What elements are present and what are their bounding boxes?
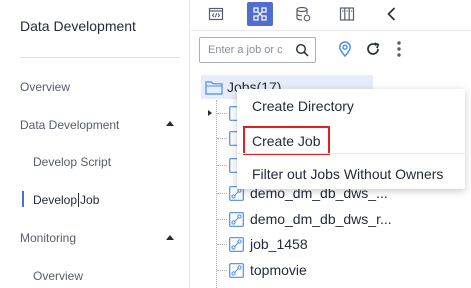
node-graph-icon [253,7,267,21]
job-label: demo_dm_db_dws_r... [250,211,392,227]
nav-group-monitoring[interactable]: Monitoring [20,231,76,245]
tree-item-job[interactable]: demo_dm_db_dws_r... [229,208,392,230]
more-vertical-icon [397,41,401,57]
caret-up-icon[interactable] [166,235,174,240]
job-view-button[interactable] [247,2,273,26]
refresh-button[interactable] [362,38,384,60]
location-pin-icon [339,41,351,57]
expand-arrow-icon[interactable] [208,110,212,116]
template-view-button[interactable] [334,2,360,26]
tree-branch [217,165,227,166]
tree-item-job[interactable]: job_1458 [229,233,308,255]
context-menu: Create Directory Create Job Filter out J… [237,89,465,189]
tree-branch [217,113,227,114]
job-search-input[interactable] [208,42,292,58]
job-search-box[interactable] [199,37,316,63]
tree-branch [217,270,227,271]
job-icon [229,262,244,278]
file-cabinet-icon [339,7,355,21]
tree-guide-line [216,100,217,288]
code-view-button[interactable] [203,2,229,26]
tree-branch [217,244,227,245]
side-navigation: Data Development Overview Data Developme… [0,0,190,288]
nav-item-overview[interactable]: Overview [20,80,70,94]
highlight-annotation [243,126,330,155]
resource-view-button[interactable] [290,2,316,26]
job-label: job_1458 [250,236,308,252]
nav-item-develop-job-label-b: Job [80,193,100,207]
nav-item-develop-job-label-a: Develop [33,193,78,207]
refresh-icon [367,42,380,55]
tree-branch [217,138,227,139]
code-icon [208,7,224,21]
caret-up-icon[interactable] [166,121,174,126]
app-title: Data Development [20,18,136,34]
active-indicator [22,191,24,207]
text-cursor [78,193,80,207]
more-actions-button[interactable] [391,38,407,60]
job-icon [229,211,244,227]
title-divider [20,57,180,58]
folder-icon [205,81,223,95]
database-icon [296,6,311,22]
nav-group-data-development[interactable]: Data Development [20,118,119,132]
locate-button[interactable] [334,38,356,60]
panel-toolbar [191,0,471,30]
nav-item-develop-job[interactable]: Develop Job [33,193,99,207]
nav-item-develop-script[interactable]: Develop Script [33,155,111,169]
nav-item-monitoring-overview[interactable]: Overview [33,269,83,283]
tree-item-job[interactable]: topmovie [229,259,307,281]
collapse-panel-button[interactable] [379,2,405,26]
tree-branch [217,219,227,220]
menu-divider [237,153,465,154]
tree-branch [217,193,227,194]
menu-item-filter-jobs-without-owners[interactable]: Filter out Jobs Without Owners [237,159,465,189]
job-icon [229,236,244,252]
toolbar-divider [191,30,471,31]
job-label: topmovie [250,262,307,278]
collapse-chevron-icon [387,7,396,21]
search-icon[interactable] [295,43,309,57]
menu-item-create-directory[interactable]: Create Directory [237,91,465,121]
